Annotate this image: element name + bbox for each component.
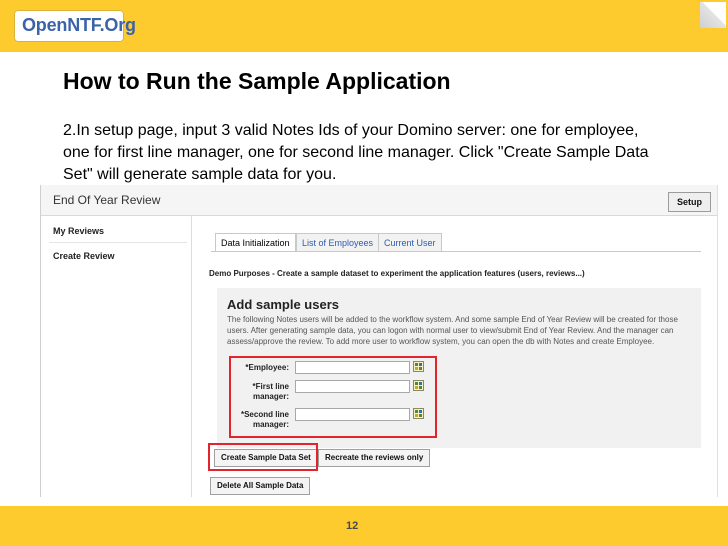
tab-data-initialization[interactable]: Data Initialization	[215, 233, 296, 252]
highlight-button-box	[208, 443, 318, 471]
tab-list-of-employees[interactable]: List of Employees	[296, 233, 380, 252]
sidebar-divider	[49, 242, 187, 243]
panel-title: Add sample users	[227, 297, 339, 312]
logo-text: OpenNTF.Org	[22, 15, 136, 35]
sidebar-item-my-reviews[interactable]: My Reviews	[53, 226, 104, 236]
app-screenshot: End Of Year Review Setup My Reviews Crea…	[40, 185, 718, 497]
instructions-text: 2.In setup page, input 3 valid Notes Ids…	[63, 122, 649, 183]
tab-divider	[211, 251, 701, 252]
sidebar: My Reviews Create Review	[41, 216, 192, 497]
sidebar-item-create-review[interactable]: Create Review	[53, 251, 115, 261]
app-title: End Of Year Review	[53, 193, 161, 207]
highlight-fields-box	[229, 356, 437, 438]
delete-sample-data-button[interactable]: Delete All Sample Data	[210, 477, 311, 495]
page-number: 12	[346, 520, 359, 532]
app-header: End Of Year Review Setup	[41, 185, 717, 216]
add-users-panel: Add sample users The following Notes use…	[217, 288, 701, 448]
tab-current-user[interactable]: Current User	[378, 233, 442, 252]
top-banner: OpenNTF.Org	[0, 0, 728, 52]
panel-description: The following Notes users will be added …	[227, 315, 678, 346]
setup-button[interactable]: Setup	[667, 192, 711, 212]
recreate-reviews-button[interactable]: Recreate the reviews only	[318, 449, 431, 467]
openntf-logo: OpenNTF.Org	[14, 10, 136, 42]
demo-purposes-text: Demo Purposes - Create a sample dataset …	[209, 269, 585, 278]
slide-title: How to Run the Sample Application	[63, 68, 451, 94]
footer-bar	[0, 506, 728, 546]
page-curl-icon	[700, 2, 726, 28]
